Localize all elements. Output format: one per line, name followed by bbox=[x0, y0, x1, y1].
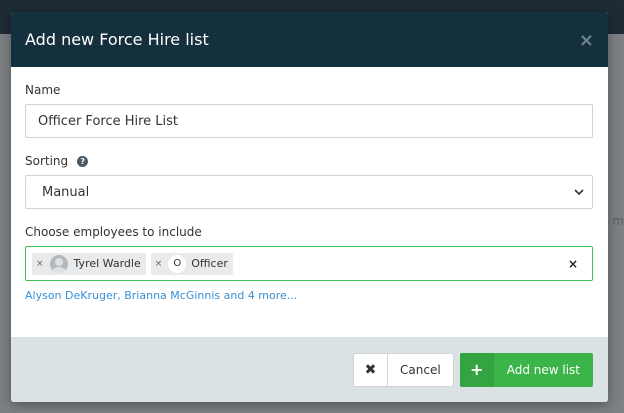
person-avatar bbox=[49, 254, 68, 273]
selected-role-tag: × O Officer bbox=[150, 252, 233, 275]
selected-employee-tag: × Tyrel Wardle bbox=[32, 252, 146, 275]
plus-icon: + bbox=[459, 352, 494, 387]
role-initial-badge: O bbox=[168, 254, 187, 273]
sorting-select-value: Manual bbox=[42, 184, 90, 200]
question-circle-icon[interactable]: ? bbox=[77, 155, 89, 167]
name-input-value: Officer Force Hire List bbox=[38, 113, 179, 129]
employees-field-group: Choose employees to include × Tyrel Ward… bbox=[25, 225, 594, 302]
more-employees-link[interactable]: Alyson DeKruger, Brianna McGinnis and 4 … bbox=[25, 289, 594, 302]
clear-selection-icon[interactable]: × bbox=[568, 257, 578, 271]
cancel-button[interactable]: ✖ Cancel bbox=[353, 352, 454, 387]
tag-label: Officer bbox=[191, 257, 228, 270]
employees-multiselect[interactable]: × Tyrel Wardle × O Officer × bbox=[25, 246, 593, 281]
dialog-footer: ✖ Cancel + Add new list bbox=[11, 337, 608, 402]
sorting-label: Sorting ? bbox=[25, 154, 594, 168]
dialog-title: Add new Force Hire list bbox=[25, 30, 209, 49]
dialog-body: Name Officer Force Hire List Sorting ? M… bbox=[11, 67, 608, 337]
name-input[interactable]: Officer Force Hire List bbox=[25, 104, 593, 138]
name-field-group: Name Officer Force Hire List bbox=[25, 83, 594, 138]
cancel-button-label: Cancel bbox=[400, 362, 441, 377]
add-new-list-button-label: Add new list bbox=[506, 362, 580, 377]
sorting-select[interactable]: Manual bbox=[25, 175, 593, 209]
chevron-down-icon bbox=[574, 189, 584, 196]
employees-label: Choose employees to include bbox=[25, 225, 594, 239]
sorting-field-group: Sorting ? Manual bbox=[25, 154, 594, 209]
close-icon: ✖ bbox=[354, 353, 389, 386]
name-label-text: Name bbox=[25, 83, 61, 97]
name-label: Name bbox=[25, 83, 594, 97]
dialog-header: Add new Force Hire list × bbox=[11, 12, 608, 67]
add-new-list-button[interactable]: + Add new list bbox=[459, 352, 593, 387]
remove-tag-icon[interactable]: × bbox=[155, 259, 163, 269]
add-force-hire-list-dialog: Add new Force Hire list × Name Officer F… bbox=[11, 12, 608, 402]
sorting-label-text: Sorting bbox=[25, 154, 69, 168]
employees-label-text: Choose employees to include bbox=[25, 225, 202, 239]
remove-tag-icon[interactable]: × bbox=[36, 259, 44, 269]
close-icon[interactable]: × bbox=[579, 31, 594, 50]
tag-label: Tyrel Wardle bbox=[73, 257, 141, 270]
background-text-fragment: m bbox=[612, 214, 624, 228]
